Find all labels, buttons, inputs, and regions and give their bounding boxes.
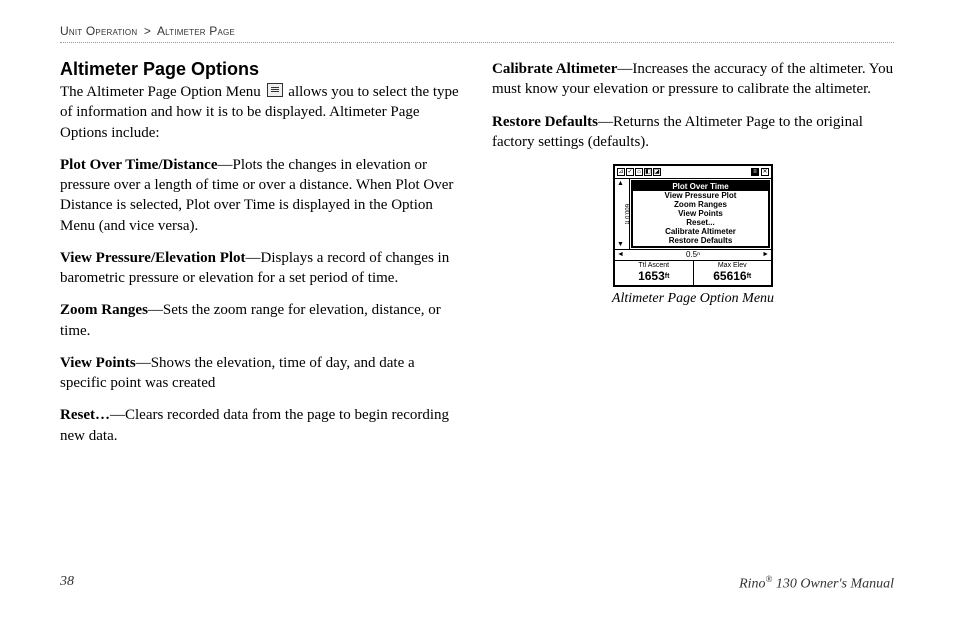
option-paragraph: Zoom Ranges—Sets the zoom range for elev…	[60, 300, 462, 341]
device-y-scale: ▲ 600.0 ft ▼	[615, 179, 630, 249]
option-term: Calibrate Altimeter	[492, 61, 617, 77]
option-term: Restore Defaults	[492, 114, 598, 130]
status-icons-right: ≡ ✕	[751, 168, 769, 176]
menu-selected-icon: ≡	[751, 168, 759, 176]
device-x-scale: 0.5ⁿ	[615, 249, 771, 260]
option-paragraph: Restore Defaults—Returns the Altimeter P…	[492, 112, 894, 153]
option-paragraph: Plot Over Time/Distance—Plots the change…	[60, 155, 462, 236]
option-paragraph: View Pressure/Elevation Plot—Displays a …	[60, 248, 462, 289]
option-term: Zoom Ranges	[60, 302, 148, 318]
arrow-up-icon: ▲	[617, 180, 624, 187]
option-paragraph: Reset…—Clears recorded data from the pag…	[60, 405, 462, 446]
breadcrumb-separator: >	[141, 24, 154, 38]
option-paragraph: View Points—Shows the elevation, time of…	[60, 353, 462, 394]
status-icon: ◧	[644, 168, 652, 176]
option-term: View Pressure/Elevation Plot	[60, 250, 246, 266]
breadcrumb: Unit Operation > Altimeter Page	[60, 24, 894, 43]
option-term: Reset…	[60, 407, 110, 423]
menu-item: View Pressure Plot	[633, 191, 768, 200]
status-icons-left: ⊿ ✓ ⌂ ◧ ◪	[617, 168, 661, 176]
option-term: View Points	[60, 355, 136, 371]
footer-product: Rino® 130 Owner's Manual	[739, 574, 894, 593]
device-menu: Plot Over Time View Pressure Plot Zoom R…	[631, 180, 770, 248]
readout-value: 1653ft	[615, 270, 693, 283]
right-column: Calibrate Altimeter—Increases the accura…	[492, 59, 894, 458]
arrow-down-icon: ▼	[617, 241, 624, 248]
menu-icon	[267, 83, 283, 97]
menu-item: Restore Defaults	[633, 236, 768, 245]
intro-paragraph: The Altimeter Page Option Menu allows yo…	[60, 82, 462, 143]
left-column: Altimeter Page Options The Altimeter Pag…	[60, 59, 462, 458]
width-label: 0.5ⁿ	[686, 250, 700, 259]
readout-total-ascent: Ttl Ascent 1653ft	[615, 261, 693, 285]
menu-item-selected: Plot Over Time	[633, 182, 768, 191]
readout-unit: ft	[665, 273, 670, 280]
status-icon: ◪	[653, 168, 661, 176]
page-number: 38	[60, 574, 74, 593]
option-paragraph: Calibrate Altimeter—Increases the accura…	[492, 59, 894, 100]
close-icon: ✕	[761, 168, 769, 176]
device-body: ▲ 600.0 ft ▼ Plot Over Time View Pressur…	[615, 179, 771, 249]
readout-max-elev: Max Elev 65616ft	[693, 261, 772, 285]
figure-caption: Altimeter Page Option Menu	[492, 291, 894, 307]
readout-value: 65616ft	[694, 270, 772, 283]
page-footer: 38 Rino® 130 Owner's Manual	[60, 574, 894, 593]
menu-item: Zoom Ranges	[633, 200, 768, 209]
option-desc: —Clears recorded data from the page to b…	[60, 407, 449, 443]
device-figure: ⊿ ✓ ⌂ ◧ ◪ ≡ ✕ ▲	[492, 164, 894, 307]
scale-label: 600.0 ft	[623, 204, 629, 224]
menu-item: Reset...	[633, 218, 768, 227]
signal-icon: ⊿	[617, 168, 625, 176]
menu-item: Calibrate Altimeter	[633, 227, 768, 236]
breadcrumb-page: Altimeter Page	[157, 24, 235, 38]
device-bottom-readouts: Ttl Ascent 1653ft Max Elev 65616ft	[615, 260, 771, 285]
menu-item: View Points	[633, 209, 768, 218]
section-heading: Altimeter Page Options	[60, 59, 462, 80]
status-icon: ✓	[626, 168, 634, 176]
intro-pre: The Altimeter Page Option Menu	[60, 84, 265, 100]
option-term: Plot Over Time/Distance	[60, 157, 217, 173]
device-screenshot: ⊿ ✓ ⌂ ◧ ◪ ≡ ✕ ▲	[613, 164, 773, 287]
breadcrumb-section: Unit Operation	[60, 24, 137, 38]
device-status-bar: ⊿ ✓ ⌂ ◧ ◪ ≡ ✕	[615, 166, 771, 179]
readout-unit: ft	[747, 273, 752, 280]
status-icon: ⌂	[635, 168, 643, 176]
